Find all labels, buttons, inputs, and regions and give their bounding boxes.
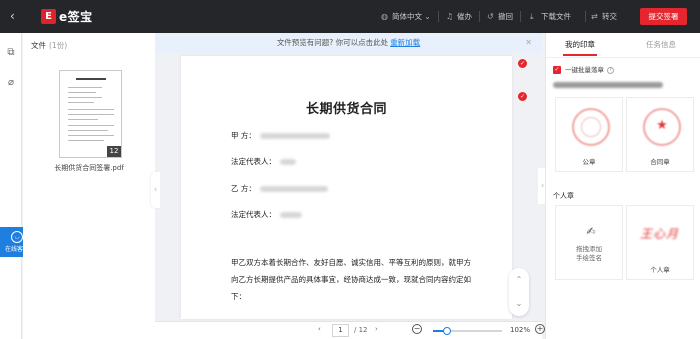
contract-paragraph: 甲乙双方本着长期合作、友好自愿、诚实信用、平等互利的原则，就甲方向乙方长期提供产…: [231, 258, 471, 301]
file-panel-header: 文件 (1份): [31, 41, 68, 50]
representative-b-field: 法定代表人：: [231, 209, 302, 220]
brand-name: e签宝: [59, 10, 93, 24]
file-name[interactable]: 长期供货合同签署.pdf: [23, 163, 155, 173]
personal-seal-card[interactable]: 王心月 个人章: [626, 205, 694, 280]
seal-panel: 我的印章 任务信息 ✓ 一键批量落章? 公章 ★ 合同章 个人章 ✍ 拖拽添加 手绘…: [545, 33, 700, 339]
next-page-button[interactable]: ›: [375, 325, 378, 333]
zoom-level: 102%: [510, 326, 531, 334]
download-icon: ⤓: [530, 12, 534, 21]
document-page[interactable]: 长期供货合同 甲 方： 法定代表人： 乙 方： 法定代表人： 甲乙双方本着长期合…: [181, 56, 512, 319]
handwritten-signature: 王心月: [640, 227, 680, 241]
help-icon[interactable]: ?: [607, 66, 614, 74]
close-icon[interactable]: ✕: [525, 33, 532, 53]
attachment-icon[interactable]: ⌀: [5, 77, 17, 89]
checkbox-checked-icon[interactable]: ✓: [553, 66, 561, 74]
official-seal-icon: [572, 108, 610, 146]
representative-a-field: 法定代表人：: [231, 156, 296, 167]
scroll-bottom-icon[interactable]: ⌄: [509, 292, 529, 316]
zoom-out-icon[interactable]: −: [412, 324, 422, 334]
files-icon[interactable]: ⧉: [5, 47, 17, 59]
remind-button[interactable]: ♫ 催办: [446, 11, 472, 23]
zoom-in-icon[interactable]: +: [535, 324, 545, 334]
top-bar: ‹ E e签宝 ◍ 简体中文 ⌄ ♫ 催办 ↺ 撤回 ⤓ 下载文件 ⇄ 转交 提交签署: [0, 0, 700, 33]
add-handwritten-signature-card[interactable]: ✍ 拖拽添加 手绘签名: [555, 205, 623, 280]
headset-icon: ◡: [11, 231, 23, 243]
toolbar-divider: [438, 11, 439, 22]
bell-icon: ♫: [446, 12, 454, 21]
pager-bar: ‹ 1 / 12 › − 102% +: [155, 321, 545, 339]
toolbar-divider: [520, 11, 521, 22]
document-title: 长期供货合同: [305, 102, 387, 117]
party-a-value-redacted: [259, 133, 330, 139]
page-jump-buttons: ⌃ ⌄: [509, 268, 529, 316]
page-number-input[interactable]: 1: [332, 324, 349, 337]
batch-stamp-option[interactable]: ✓ 一键批量落章?: [553, 64, 614, 74]
collapse-left-panel-button[interactable]: ‹: [151, 172, 160, 208]
scroll-top-icon[interactable]: ⌃: [509, 268, 529, 292]
signature-position-marker[interactable]: ✓: [518, 59, 527, 68]
tab-task-info[interactable]: 任务信息: [646, 39, 676, 50]
seal-card-official[interactable]: 公章: [555, 97, 623, 172]
representative-a-value-redacted: [280, 159, 296, 165]
left-rail: ⧉ ⌀: [0, 33, 22, 339]
signature-position-marker[interactable]: ✓: [518, 92, 527, 101]
personal-seal-section-title: 个人章: [553, 192, 574, 200]
seal-card-contract[interactable]: ★ 合同章: [626, 97, 694, 172]
toolbar-divider: [585, 11, 586, 22]
transfer-button[interactable]: ⇄ 转交: [591, 11, 617, 23]
download-button[interactable]: ⤓ 下载文件: [530, 11, 571, 23]
company-name-redacted: [553, 82, 663, 88]
signature-pen-icon: ✍: [586, 225, 596, 238]
undo-icon: ↺: [487, 12, 494, 21]
language-selector[interactable]: ◍ 简体中文 ⌄: [381, 11, 431, 23]
zoom-slider[interactable]: [433, 327, 502, 335]
transfer-icon: ⇄: [591, 12, 598, 21]
file-panel: 文件 (1份) 12 长期供货合同签署.pdf: [23, 33, 155, 339]
total-pages: / 12: [354, 326, 368, 334]
previous-page-button[interactable]: ‹: [318, 325, 321, 333]
contract-seal-icon: ★: [643, 108, 681, 146]
tab-my-seals[interactable]: 我的印章: [565, 39, 595, 50]
back-arrow-icon[interactable]: ‹: [10, 8, 24, 25]
page-count-badge: 12: [107, 146, 121, 157]
globe-icon: ◍: [381, 12, 388, 21]
brand-logo-icon: E: [41, 9, 56, 24]
reload-link[interactable]: 重新加载: [390, 38, 420, 47]
zoom-slider-handle[interactable]: [442, 327, 451, 335]
active-tab-indicator: [563, 54, 597, 56]
withdraw-button[interactable]: ↺ 撤回: [487, 11, 513, 23]
party-a-field: 甲 方：: [231, 130, 330, 141]
party-b-field: 乙 方：: [231, 183, 328, 194]
preview-notice-bar: 文件预览有问题? 你可以点击此处 重新加载 ✕: [155, 33, 542, 53]
toolbar-divider: [479, 11, 480, 22]
file-thumbnail[interactable]: 12: [59, 70, 122, 158]
representative-b-value-redacted: [280, 212, 302, 218]
submit-sign-button[interactable]: 提交签署: [640, 8, 687, 25]
party-b-value-redacted: [259, 186, 328, 192]
